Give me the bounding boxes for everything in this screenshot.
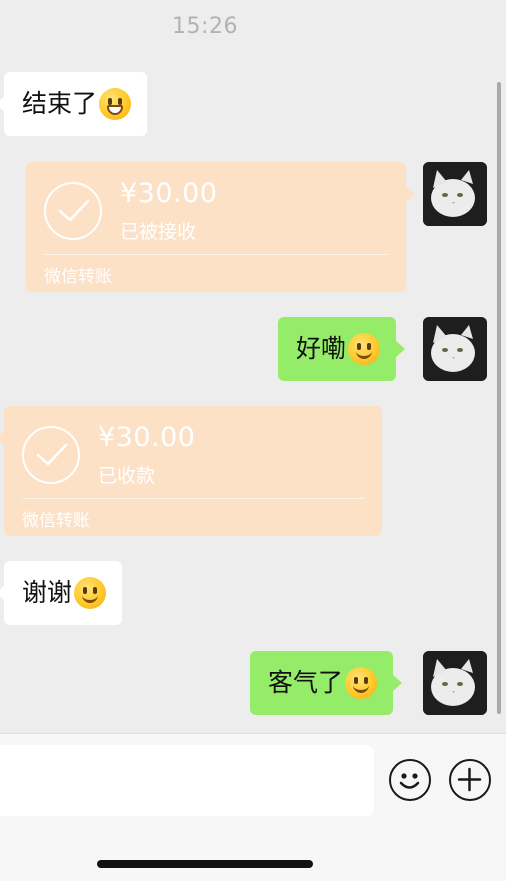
bubble-tail [0, 96, 5, 112]
card-divider [22, 498, 364, 499]
emoji-button[interactable] [389, 759, 431, 801]
check-circle-icon [22, 426, 80, 484]
avatar[interactable] [423, 162, 487, 226]
ok-hand-face-icon [348, 333, 381, 365]
plus-icon [457, 767, 482, 792]
transfer-brand-label: 微信转账 [22, 511, 90, 531]
more-button[interactable] [449, 759, 491, 801]
transfer-card-received[interactable]: ¥30.00 已收款 微信转账 [0, 406, 382, 536]
avatar[interactable] [423, 317, 487, 381]
grinning-face-icon [99, 88, 132, 120]
message-bubble-left[interactable]: 结束了 [0, 72, 148, 136]
winking-tongue-face-icon [345, 667, 378, 699]
message-bubble-left[interactable]: 谢谢 [0, 561, 123, 625]
bubble-tail [0, 585, 5, 601]
bubble-tail [0, 430, 5, 446]
transfer-card-sent[interactable]: ¥30.00 已被接收 微信转账 [26, 162, 415, 292]
message-bubble-right[interactable]: 客气了 [250, 651, 403, 715]
message-text: 好嘞 [296, 334, 347, 363]
card-divider [44, 254, 388, 255]
message-timestamp: 15:26 [172, 14, 238, 39]
message-bubble-right[interactable]: 好嘞 [278, 317, 406, 381]
smiling-face-icon [74, 577, 107, 609]
transfer-brand-label: 微信转账 [44, 267, 112, 287]
transfer-status: 已被接收 [120, 221, 197, 243]
message-text: 谢谢 [22, 578, 73, 607]
transfer-amount: ¥30.00 [98, 422, 196, 453]
message-text: 结束了 [22, 89, 98, 118]
chat-scrollbar[interactable] [497, 82, 501, 714]
message-text: 客气了 [268, 668, 344, 697]
home-indicator[interactable] [97, 860, 313, 868]
transfer-status: 已收款 [98, 465, 156, 487]
message-input[interactable] [0, 745, 374, 816]
avatar[interactable] [423, 651, 487, 715]
bubble-tail [406, 186, 415, 202]
bubble-tail [396, 341, 406, 357]
cat-avatar-icon [423, 162, 487, 226]
transfer-amount: ¥30.00 [120, 178, 218, 209]
emoji-face-icon [399, 773, 420, 789]
bubble-tail [393, 675, 403, 691]
check-circle-icon [44, 182, 102, 240]
cat-avatar-icon [423, 651, 487, 715]
cat-avatar-icon [423, 317, 487, 381]
